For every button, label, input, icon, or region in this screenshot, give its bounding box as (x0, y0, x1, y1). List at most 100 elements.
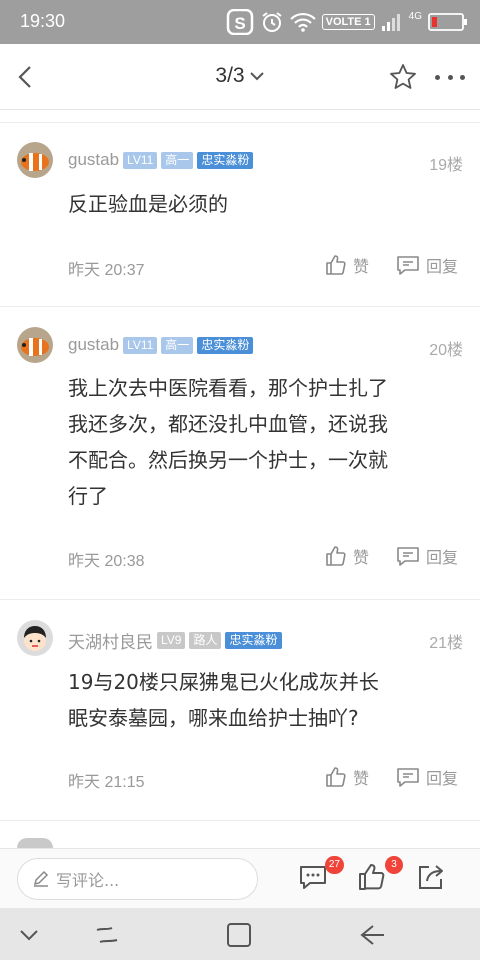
reply-label: 回复 (426, 548, 459, 567)
share-button[interactable] (416, 862, 450, 896)
status-time: 19:30 (20, 11, 66, 31)
back-arrow-icon (360, 925, 384, 945)
chevron-down-icon (249, 64, 265, 88)
signal-icon (381, 12, 403, 32)
volte-indicator: VOLTE 1 (321, 14, 375, 30)
comment-text-line: 行了 (68, 484, 108, 508)
level-badge: LV11 (123, 336, 158, 354)
username[interactable]: gustab (68, 150, 119, 170)
comment-author: 天湖村良民 LV9 路人 忠实淼粉 (68, 628, 282, 653)
comment-text: 反正验血是必须的 (68, 192, 228, 216)
comment-icon (300, 866, 326, 889)
home-square-icon (227, 923, 251, 947)
cartoon-avatar-icon (17, 620, 53, 656)
floor-number: 21楼 (429, 635, 463, 652)
comment-text: 我上次去中医院看看，那个护士扎了 我还多次，都还没扎中血管，还说我 不配合。然后… (68, 370, 458, 514)
status-icons: S VOLTE 1 4G (226, 8, 468, 36)
comment-bar: 写评论... 27 3 (0, 848, 480, 908)
svg-text:S: S (234, 14, 245, 33)
fan-badge: 忠实淼粉 (197, 336, 254, 354)
floor-number: 20楼 (429, 342, 463, 359)
clownfish-avatar-icon (17, 327, 53, 363)
comment-text-line: 我还多次，都还没扎中血管，还说我 (68, 412, 388, 436)
battery-icon (428, 13, 468, 31)
comment-text-line: 19与20楼只屎狒鬼已火化成灰并长 (68, 670, 379, 694)
comments-button[interactable]: 27 (298, 856, 344, 896)
comment-count-badge: 27 (324, 856, 344, 874)
comment-text-line: 不配合。然后换另一个护士，一次就 (68, 448, 388, 472)
grade-badge: 路人 (189, 632, 222, 649)
comment-text-line: 眠安泰墓园，哪来血给护士抽吖? (68, 706, 359, 730)
more-dot-icon (435, 74, 440, 80)
back-nav-button[interactable] (358, 920, 388, 950)
reply-button[interactable]: 回复 (396, 544, 458, 568)
reply-icon (397, 547, 419, 566)
page-indicator-text: 3/3 (215, 64, 245, 87)
sogou-icon: S (226, 9, 254, 35)
thumbs-up-icon (359, 864, 385, 890)
system-nav-bar (0, 908, 480, 960)
reply-button[interactable]: 回复 (396, 765, 458, 789)
status-bar: 19:30 S VOLTE 1 4G (0, 0, 480, 44)
favorite-button[interactable] (388, 62, 418, 92)
network-type: 4G (408, 10, 422, 22)
hide-nav-button[interactable] (14, 920, 44, 950)
avatar[interactable] (17, 142, 53, 178)
more-dot-icon (460, 74, 465, 80)
fan-badge: 忠实淼粉 (225, 632, 282, 649)
comment-item: 天湖村良民 LV9 路人 忠实淼粉 21楼 19与20楼只屎狒鬼已火化成灰并长 … (0, 600, 480, 820)
avatar[interactable] (17, 327, 53, 363)
fan-badge: 忠实淼粉 (197, 151, 254, 169)
grade-badge: 高一 (161, 151, 194, 169)
comment-input[interactable]: 写评论... (17, 858, 258, 900)
like-count-badge: 3 (385, 856, 403, 874)
clownfish-avatar-icon (17, 142, 53, 178)
share-icon (419, 865, 443, 889)
username[interactable]: 天湖村良民 (68, 628, 153, 653)
like-button[interactable]: 赞 (325, 544, 369, 568)
avatar[interactable] (17, 620, 53, 656)
reply-label: 回复 (426, 769, 459, 788)
like-post-button[interactable]: 3 (357, 856, 403, 896)
thumbs-up-icon (326, 767, 346, 787)
more-dot-icon (447, 74, 453, 80)
reply-button[interactable]: 回复 (396, 253, 458, 277)
comment-item: gustab LV11 高一 忠实淼粉 20楼 我上次去中医院看看，那个护士扎了… (0, 307, 480, 599)
wifi-icon (289, 12, 316, 32)
floor-number: 19楼 (429, 157, 463, 174)
comment-time: 昨天 20:38 (68, 553, 145, 570)
like-label: 赞 (353, 548, 370, 567)
star-icon (390, 64, 416, 89)
pencil-icon (33, 870, 49, 887)
avatar[interactable] (17, 838, 53, 848)
level-badge: LV9 (157, 632, 186, 649)
menu-nav-button[interactable] (92, 920, 122, 950)
divider (0, 820, 480, 821)
like-label: 赞 (353, 257, 370, 276)
reply-icon (397, 256, 419, 275)
comment-text: 19与20楼只屎狒鬼已火化成灰并长 眠安泰墓园，哪来血给护士抽吖? (68, 664, 458, 736)
like-label: 赞 (353, 769, 370, 788)
comment-author: gustab LV11 高一 忠实淼粉 (68, 150, 254, 170)
menu-icon (96, 927, 118, 943)
comment-text-line: 我上次去中医院看看，那个护士扎了 (68, 376, 388, 400)
comment-placeholder: 写评论... (56, 871, 120, 890)
reply-icon (397, 768, 419, 787)
username[interactable]: gustab (68, 335, 119, 355)
more-options-button[interactable] (432, 64, 468, 90)
thumbs-up-icon (326, 255, 346, 275)
level-badge: LV11 (123, 151, 158, 169)
comment-author: gustab LV11 高一 忠实淼粉 (68, 335, 254, 355)
like-button[interactable]: 赞 (325, 253, 369, 277)
reply-label: 回复 (426, 257, 459, 276)
like-button[interactable]: 赞 (325, 765, 369, 789)
grade-badge: 高一 (161, 336, 194, 354)
home-nav-button[interactable] (224, 920, 254, 950)
comment-time: 昨天 20:37 (68, 262, 145, 279)
thumbs-up-icon (326, 546, 346, 566)
chevron-down-icon (20, 930, 38, 941)
divider (0, 122, 480, 123)
top-header: 3/3 (0, 44, 480, 110)
comment-time: 昨天 21:15 (68, 774, 145, 791)
comment-item: gustab LV11 高一 忠实淼粉 19楼 反正验血是必须的 昨天 20:3… (0, 124, 480, 306)
